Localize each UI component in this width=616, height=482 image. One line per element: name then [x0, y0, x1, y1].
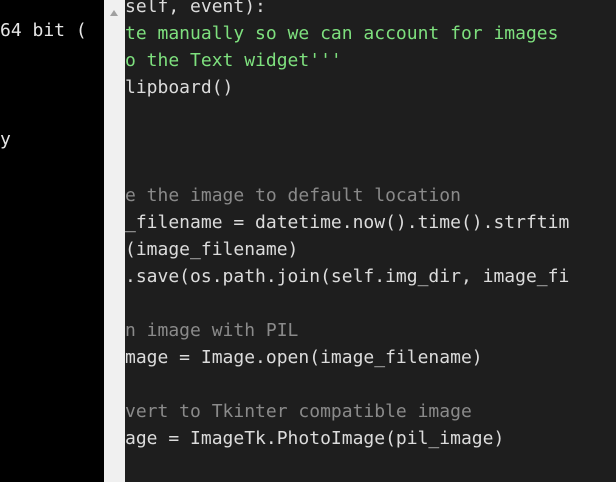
code-line: (image_filename) — [125, 239, 299, 260]
code-comment: n image with PIL — [125, 320, 299, 341]
code-line-docstring: o the Text widget''' — [125, 50, 342, 71]
code-comment: vert to Tkinter compatible image — [125, 401, 472, 422]
code-comment: e the image to default location — [125, 185, 461, 206]
code-line-docstring: te manually so we can account for images — [125, 23, 559, 44]
console-panel[interactable]: 64 bit ( y — [0, 0, 104, 482]
code-line: _filename = datetime.now().time().strfti… — [125, 212, 570, 233]
console-line: 64 bit ( — [0, 20, 87, 41]
code-line: self, event): — [125, 0, 266, 17]
console-line: y — [0, 129, 11, 150]
code-editor[interactable]: self, event): te manually so we can acco… — [125, 0, 616, 482]
scroll-up-arrow-icon[interactable] — [110, 10, 118, 16]
editor-window: 64 bit ( y self, event): te manually so … — [0, 0, 616, 482]
code-line: mage = Image.open(image_filename) — [125, 347, 483, 368]
code-line: .save(os.path.join(self.img_dir, image_f… — [125, 266, 570, 287]
code-line: age = ImageTk.PhotoImage(pil_image) — [125, 428, 505, 449]
panel-divider-scrollbar[interactable] — [104, 0, 125, 482]
code-line: lipboard() — [125, 77, 234, 98]
